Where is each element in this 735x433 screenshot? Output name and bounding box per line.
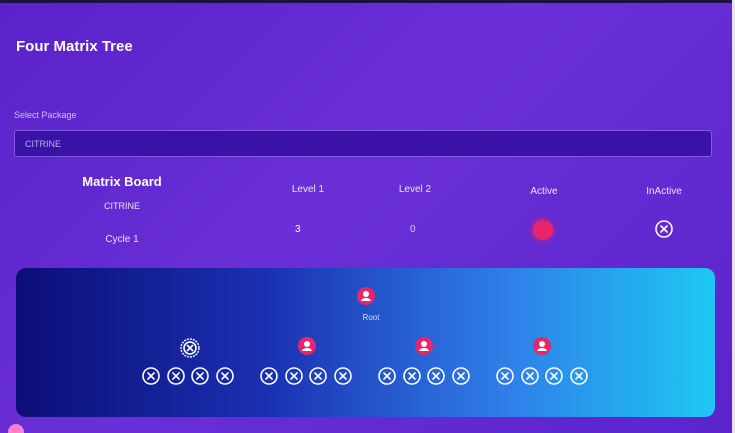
node-active-icon[interactable]: [414, 336, 434, 356]
matrix-tree: Root: [16, 268, 715, 417]
x-circle-icon[interactable]: [259, 366, 279, 386]
x-circle-icon[interactable]: [377, 366, 397, 386]
x-circle-icon[interactable]: [451, 366, 471, 386]
top-bar: [0, 0, 735, 3]
x-circle-icon[interactable]: [333, 366, 353, 386]
x-circle-icon: [655, 220, 673, 238]
root-label: Root: [362, 313, 380, 322]
x-circle-icon[interactable]: [569, 366, 589, 386]
x-circle-icon[interactable]: [166, 366, 186, 386]
node-active-icon[interactable]: [297, 336, 317, 356]
x-circle-icon[interactable]: [520, 366, 540, 386]
level2-value: 0: [410, 224, 416, 235]
x-circle-icon[interactable]: [308, 366, 328, 386]
x-circle-icon[interactable]: [141, 366, 161, 386]
x-circle-icon[interactable]: [495, 366, 515, 386]
page-title: Four Matrix Tree: [16, 38, 133, 55]
inactive-header: InActive: [646, 186, 682, 197]
level2-header: Level 2: [398, 184, 432, 195]
root-user-icon[interactable]: [356, 286, 376, 306]
x-circle-icon[interactable]: [426, 366, 446, 386]
matrix-board-title: Matrix Board: [82, 174, 162, 189]
node-active-icon[interactable]: [532, 336, 552, 356]
select-package-dropdown[interactable]: CITRINE: [14, 130, 712, 157]
x-circle-icon[interactable]: [190, 366, 210, 386]
node-inactive-icon[interactable]: [180, 338, 200, 358]
level1-header: Level 1: [291, 184, 325, 195]
chat-bubble-icon[interactable]: [8, 424, 24, 433]
x-circle-icon[interactable]: [544, 366, 564, 386]
x-circle-icon[interactable]: [402, 366, 422, 386]
x-circle-icon[interactable]: [284, 366, 304, 386]
x-circle-icon[interactable]: [215, 366, 235, 386]
select-package-label: Select Package: [14, 110, 77, 120]
active-dot-icon: [533, 220, 553, 240]
matrix-board-cycle: Cycle 1: [105, 234, 139, 245]
level1-value: 3: [295, 224, 301, 235]
matrix-board-package: CITRINE: [104, 201, 140, 211]
active-header: Active: [530, 186, 558, 197]
